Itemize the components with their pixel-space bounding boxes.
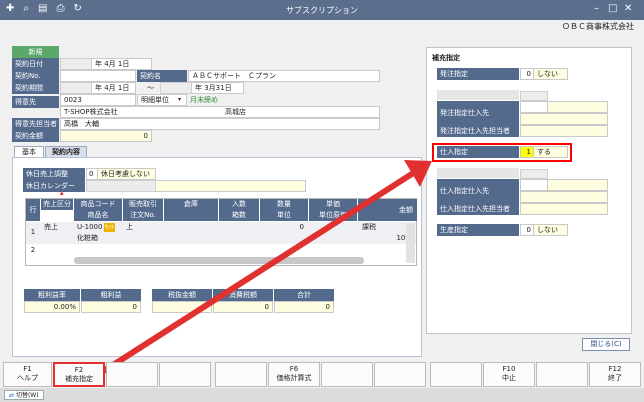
- switch-icon: ⇄: [9, 392, 15, 399]
- f12-exit-button[interactable]: F12 終了: [589, 362, 641, 387]
- f4-button[interactable]: [159, 362, 211, 387]
- status-bar: ⇄ 切替(W): [0, 388, 644, 402]
- f1-help-button[interactable]: F1 ヘルプ: [3, 362, 52, 387]
- switch-button[interactable]: ⇄ 切替(W): [4, 390, 44, 400]
- f9-button[interactable]: [430, 362, 482, 387]
- annotation-arrow: [99, 160, 432, 375]
- f7-button[interactable]: [321, 362, 373, 387]
- f3-button[interactable]: [106, 362, 158, 387]
- f8-button[interactable]: [374, 362, 426, 387]
- f11-button[interactable]: [536, 362, 588, 387]
- f6-price-formula-button[interactable]: F6 価格計算式: [268, 362, 320, 387]
- f5-button[interactable]: [215, 362, 267, 387]
- f2-supplement-button[interactable]: F2 補充指定: [53, 362, 105, 387]
- f10-cancel-button[interactable]: F10 中止: [483, 362, 535, 387]
